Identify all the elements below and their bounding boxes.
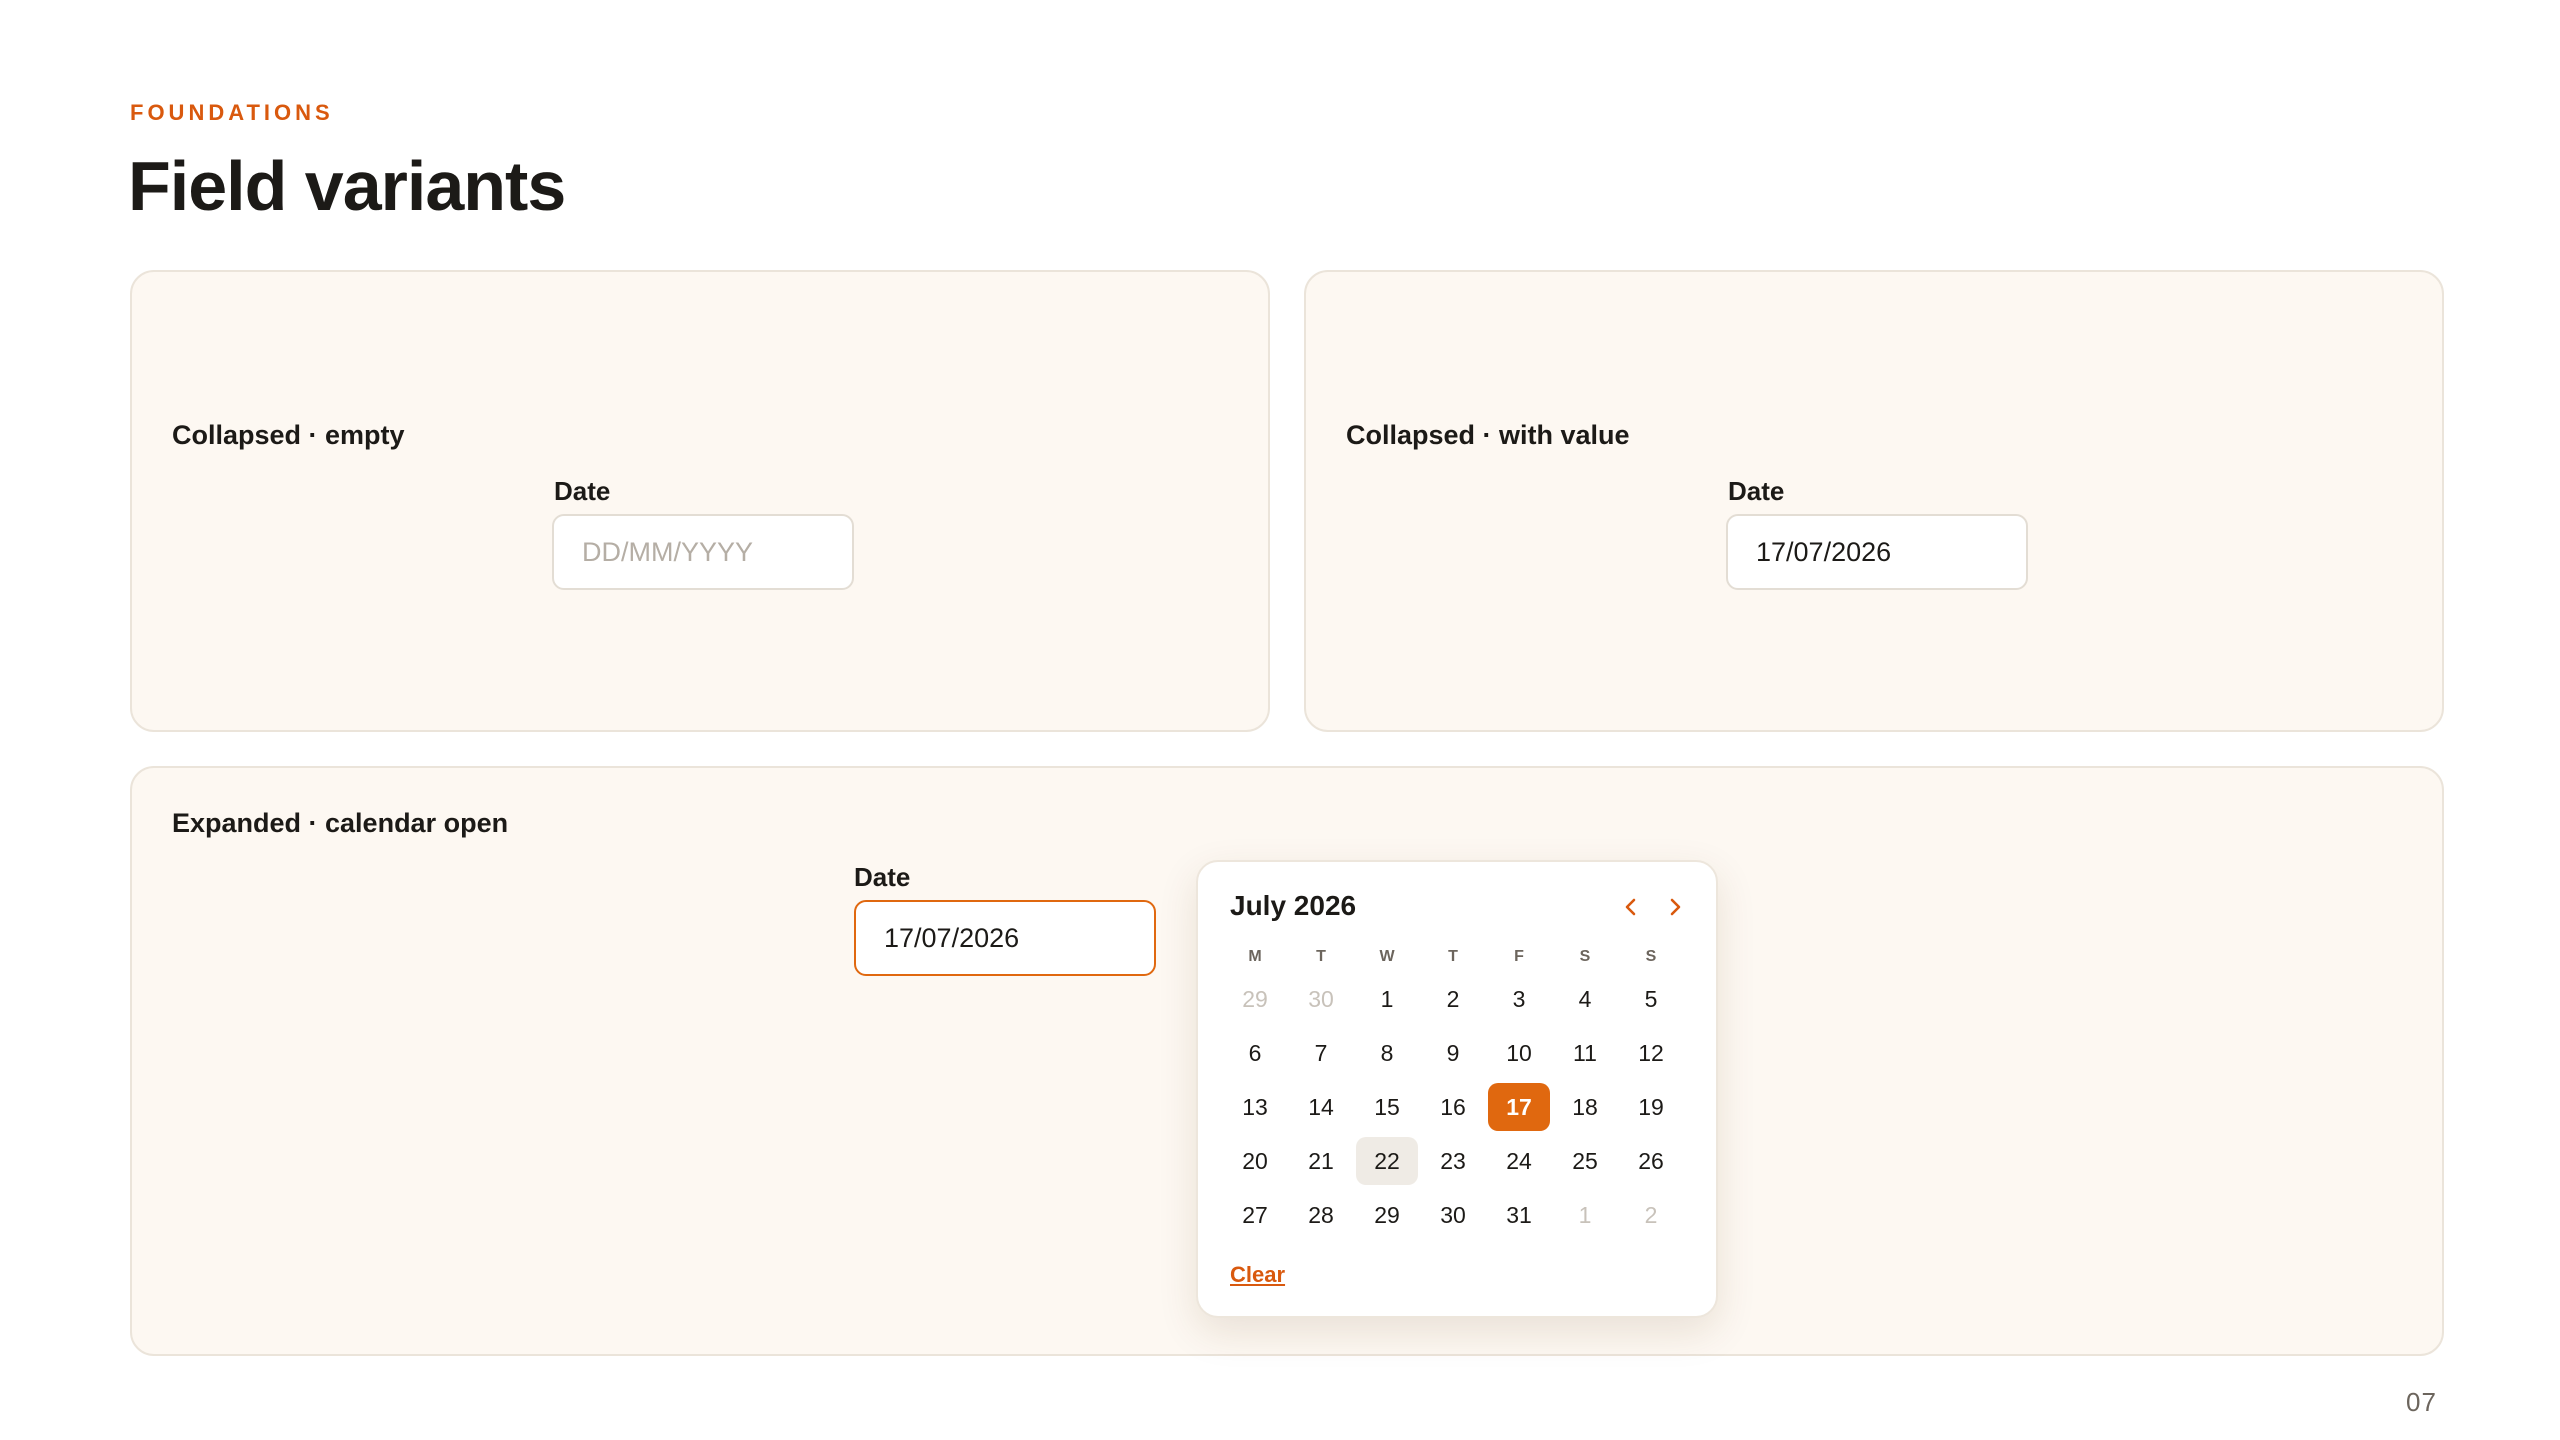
- calendar-day-hover[interactable]: 22: [1356, 1137, 1418, 1185]
- calendar-day[interactable]: 16: [1422, 1083, 1484, 1131]
- calendar-day[interactable]: 3: [1488, 975, 1550, 1023]
- weekday-header: S: [1645, 948, 1657, 965]
- calendar-day[interactable]: 7: [1290, 1029, 1352, 1077]
- calendar-day[interactable]: 14: [1290, 1083, 1352, 1131]
- calendar-day[interactable]: 20: [1224, 1137, 1286, 1185]
- calendar-day[interactable]: 29: [1356, 1191, 1418, 1239]
- date-input-empty[interactable]: [552, 514, 854, 590]
- panel-label: Collapsed · empty: [172, 420, 405, 450]
- calendar-day[interactable]: 19: [1620, 1083, 1682, 1131]
- calendar-day[interactable]: 4: [1554, 975, 1616, 1023]
- calendar-day[interactable]: 12: [1620, 1029, 1682, 1077]
- calendar-day[interactable]: 18: [1554, 1083, 1616, 1131]
- calendar-day[interactable]: 28: [1290, 1191, 1352, 1239]
- weekday-header: T: [1316, 948, 1326, 965]
- calendar-day-selected[interactable]: 17: [1488, 1083, 1550, 1131]
- calendar-day-outside-month[interactable]: 2: [1620, 1191, 1682, 1239]
- calendar-day[interactable]: 8: [1356, 1029, 1418, 1077]
- calendar-day[interactable]: 15: [1356, 1083, 1418, 1131]
- chevron-left-icon[interactable]: [1614, 890, 1648, 924]
- weekday-header: W: [1379, 948, 1395, 965]
- panel-collapsed-empty: Collapsed · empty Date: [130, 270, 1270, 732]
- date-field-label: Date: [554, 476, 611, 506]
- calendar-day[interactable]: 25: [1554, 1137, 1616, 1185]
- calendar-day[interactable]: 31: [1488, 1191, 1550, 1239]
- calendar-day[interactable]: 5: [1620, 975, 1682, 1023]
- calendar-day-outside-month[interactable]: 30: [1290, 975, 1352, 1023]
- weekday-header: S: [1579, 948, 1591, 965]
- date-input-with-value[interactable]: [1726, 514, 2028, 590]
- calendar-month-label: July 2026: [1230, 890, 1357, 921]
- panel-label: Collapsed · with value: [1346, 420, 1630, 450]
- calendar-day[interactable]: 21: [1290, 1137, 1352, 1185]
- date-input-focused[interactable]: [854, 900, 1156, 976]
- calendar-day[interactable]: 1: [1356, 975, 1418, 1023]
- calendar-day[interactable]: 27: [1224, 1191, 1286, 1239]
- calendar-day[interactable]: 2: [1422, 975, 1484, 1023]
- calendar-day[interactable]: 30: [1422, 1191, 1484, 1239]
- date-field-label: Date: [1728, 476, 1785, 506]
- calendar-popover: July 2026 M T W T F S S 29 30 1 2 3 4 5 6 7 8 9 10 11 12 13 14…: [1196, 860, 1718, 1318]
- calendar-day[interactable]: 23: [1422, 1137, 1484, 1185]
- page-title: Field variants: [128, 147, 566, 225]
- calendar-day[interactable]: 6: [1224, 1029, 1286, 1077]
- calendar-day-outside-month[interactable]: 29: [1224, 975, 1286, 1023]
- clear-button[interactable]: Clear: [1230, 1262, 1285, 1288]
- calendar-day[interactable]: 9: [1422, 1029, 1484, 1077]
- weekday-header: M: [1248, 948, 1262, 965]
- weekday-header: T: [1448, 948, 1458, 965]
- calendar-day[interactable]: 26: [1620, 1137, 1682, 1185]
- calendar-day[interactable]: 24: [1488, 1137, 1550, 1185]
- calendar-day-outside-month[interactable]: 1: [1554, 1191, 1616, 1239]
- calendar-day[interactable]: 11: [1554, 1029, 1616, 1077]
- chevron-right-icon[interactable]: [1658, 890, 1692, 924]
- calendar-grid: M T W T F S S 29 30 1 2 3 4 5 6 7 8 9 10 11 12 13 14 15 16 17 18 19…: [1222, 942, 1684, 1242]
- calendar-day[interactable]: 10: [1488, 1029, 1550, 1077]
- weekday-header: F: [1514, 948, 1524, 965]
- page-number: 07: [2406, 1387, 2437, 1417]
- eyebrow: FOUNDATIONS: [130, 100, 334, 125]
- panel-collapsed-with-value: Collapsed · with value Date: [1304, 270, 2444, 732]
- date-field-label: Date: [854, 862, 911, 892]
- panel-label: Expanded · calendar open: [172, 808, 509, 838]
- calendar-day[interactable]: 13: [1224, 1083, 1286, 1131]
